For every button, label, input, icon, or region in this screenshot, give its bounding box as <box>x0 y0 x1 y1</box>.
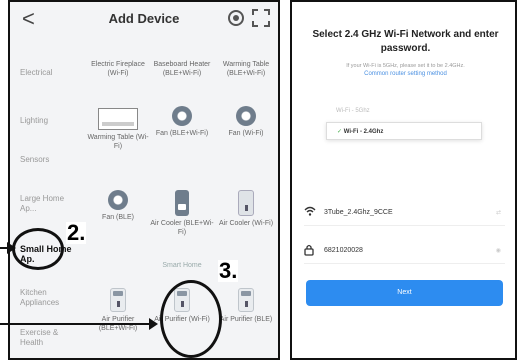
wifi-row-label: Wi-Fi - 5Ghz <box>336 108 370 114</box>
wifi-row-24ghz: ✓ Wi-Fi - 2.4Ghz <box>326 122 482 140</box>
highlight-circle-category <box>12 228 64 270</box>
category-large-home-appliances[interactable]: Large Home Ap... <box>20 194 82 214</box>
wifi-illustration: Wi-Fi - 5Ghz ✓ Wi-Fi - 2.4Ghz <box>326 102 482 184</box>
category-sidebar: Electrical Lighting Sensors Large Home A… <box>10 38 84 358</box>
category-electrical[interactable]: Electrical <box>20 68 82 78</box>
device-label: Air Cooler (BLE+Wi-Fi) <box>150 220 214 236</box>
pointer-arrow-device <box>0 318 158 330</box>
device-tile[interactable]: Electric Fireplace (Wi-Fi) <box>86 60 150 78</box>
device-list-screen: < Add Device Electrical Lighting Sensors… <box>8 0 280 360</box>
device-label: Fan (BLE+Wi-Fi) <box>155 130 209 137</box>
air-cooler-icon <box>238 190 254 216</box>
pointer-arrow-category <box>0 242 16 254</box>
wifi-setup-screen: Select 2.4 GHz Wi-Fi Network and enter p… <box>290 0 517 360</box>
password-field[interactable]: 6821020028 ◉ <box>304 240 505 264</box>
device-tile[interactable]: Warming Table (BLE+Wi-Fi) <box>214 60 278 78</box>
router-setting-link[interactable]: Common router setting method <box>306 70 505 78</box>
fan-icon <box>172 106 192 126</box>
category-kitchen-appliances[interactable]: Kitchen Appliances <box>20 288 82 308</box>
fan-icon <box>108 190 128 210</box>
category-lighting[interactable]: Lighting <box>20 116 82 126</box>
device-tile[interactable]: Air Purifier (BLE) <box>214 288 278 324</box>
scan-icon[interactable] <box>252 9 270 27</box>
category-exercise-health[interactable]: Exercise & Health <box>20 328 82 348</box>
ssid-value: 3Tube_2.4Ghz_9CCE <box>324 209 393 216</box>
heater-icon <box>98 108 138 130</box>
wifi-row-5ghz: Wi-Fi - 5Ghz <box>326 102 482 120</box>
device-label: Fan (Wi-Fi) <box>228 130 264 137</box>
check-icon: ✓ <box>337 129 344 135</box>
device-label: Air Cooler (Wi-Fi) <box>218 220 274 227</box>
wifi-row-label: Wi-Fi - 2.4Ghz <box>343 129 384 135</box>
category-sensors[interactable]: Sensors <box>20 155 82 165</box>
device-label: Baseboard Heater (BLE+Wi-Fi) <box>153 61 211 77</box>
device-tile[interactable]: Fan (BLE+Wi-Fi) <box>150 106 214 138</box>
device-label: Air Purifier (BLE) <box>219 316 273 323</box>
device-label: Warming Table (Wi-Fi) <box>87 134 149 150</box>
tower-fan-icon <box>175 190 189 216</box>
wifi-title: Select 2.4 GHz Wi-Fi Network and enter p… <box>312 29 499 54</box>
wifi-row-placeholder <box>326 164 482 182</box>
device-tile[interactable]: Air Cooler (Wi-Fi) <box>214 190 278 228</box>
fan-icon <box>236 106 256 126</box>
top-bar: < Add Device <box>10 2 278 38</box>
device-tile[interactable]: Baseboard Heater (BLE+Wi-Fi) <box>150 60 214 78</box>
switch-network-icon[interactable]: ⇄ <box>496 209 501 216</box>
password-value: 6821020028 <box>324 247 363 254</box>
wifi-icon <box>304 206 316 219</box>
device-label: Warming Table (BLE+Wi-Fi) <box>222 61 270 77</box>
device-label: Fan (BLE) <box>102 214 134 221</box>
device-label: Electric Fireplace (Wi-Fi) <box>91 61 145 77</box>
wifi-hint: If your Wi-Fi is 5GHz, please set it to … <box>306 62 505 78</box>
step-3-label: 3. <box>218 258 239 283</box>
highlight-circle-device <box>160 280 222 358</box>
air-purifier-icon <box>238 288 254 312</box>
device-tile[interactable]: Air Purifier (BLE+Wi-Fi) <box>86 288 150 333</box>
device-tile[interactable]: Air Cooler (BLE+Wi-Fi) <box>150 190 214 237</box>
step-2-label: 2. <box>66 220 87 245</box>
device-tile[interactable]: Fan (Wi-Fi) <box>214 106 278 138</box>
wifi-row-placeholder <box>326 144 482 162</box>
air-purifier-icon <box>110 288 126 312</box>
section-label: Smart Home <box>162 262 202 269</box>
device-tile[interactable]: Fan (BLE) <box>86 190 150 222</box>
next-button[interactable]: Next <box>306 280 503 306</box>
wifi-hint-text: If your Wi-Fi is 5GHz, please set it to … <box>346 63 465 69</box>
eye-icon[interactable]: ◉ <box>496 247 501 254</box>
lock-icon <box>304 244 314 259</box>
record-icon[interactable] <box>228 10 244 26</box>
device-tile[interactable]: Warming Table (Wi-Fi) <box>86 108 150 151</box>
ssid-field[interactable]: 3Tube_2.4Ghz_9CCE ⇄ <box>304 202 505 226</box>
